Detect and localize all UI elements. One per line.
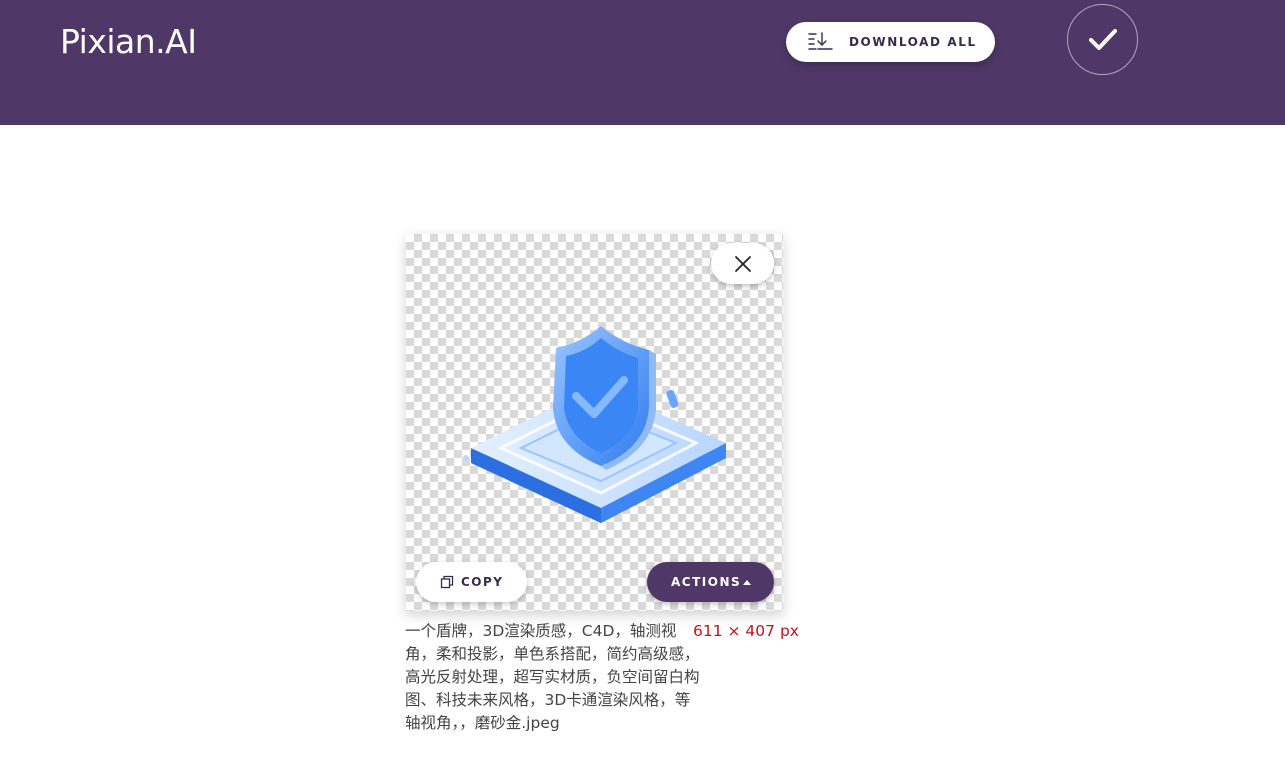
actions-menu-button[interactable]: ACTIONS <box>647 562 774 602</box>
remove-image-button[interactable] <box>711 243 774 284</box>
image-filename: 一个盾牌，3D渲染质感，C4D，轴测视角，柔和投影，单色系搭配，简约高级感，高光… <box>405 622 700 732</box>
download-list-icon <box>808 32 834 52</box>
shield-preview-image[interactable] <box>406 298 783 548</box>
copy-icon <box>440 575 454 589</box>
download-all-button[interactable]: DOWNLOAD ALL <box>786 22 995 62</box>
copy-button[interactable]: COPY <box>416 562 527 602</box>
caret-up-icon <box>743 580 751 585</box>
confirm-button[interactable] <box>1067 4 1138 75</box>
app-header: Pixian.AI DOWNLOAD ALL <box>0 0 1285 125</box>
result-card: COPY ACTIONS <box>406 234 783 611</box>
actions-label: ACTIONS <box>671 575 742 589</box>
image-dimensions: 611 × 407 px <box>693 622 799 640</box>
download-all-label: DOWNLOAD ALL <box>849 35 977 49</box>
logo[interactable]: Pixian.AI <box>60 22 197 61</box>
checkmark-icon <box>1089 29 1117 50</box>
copy-label: COPY <box>461 575 504 589</box>
close-icon <box>735 256 751 272</box>
